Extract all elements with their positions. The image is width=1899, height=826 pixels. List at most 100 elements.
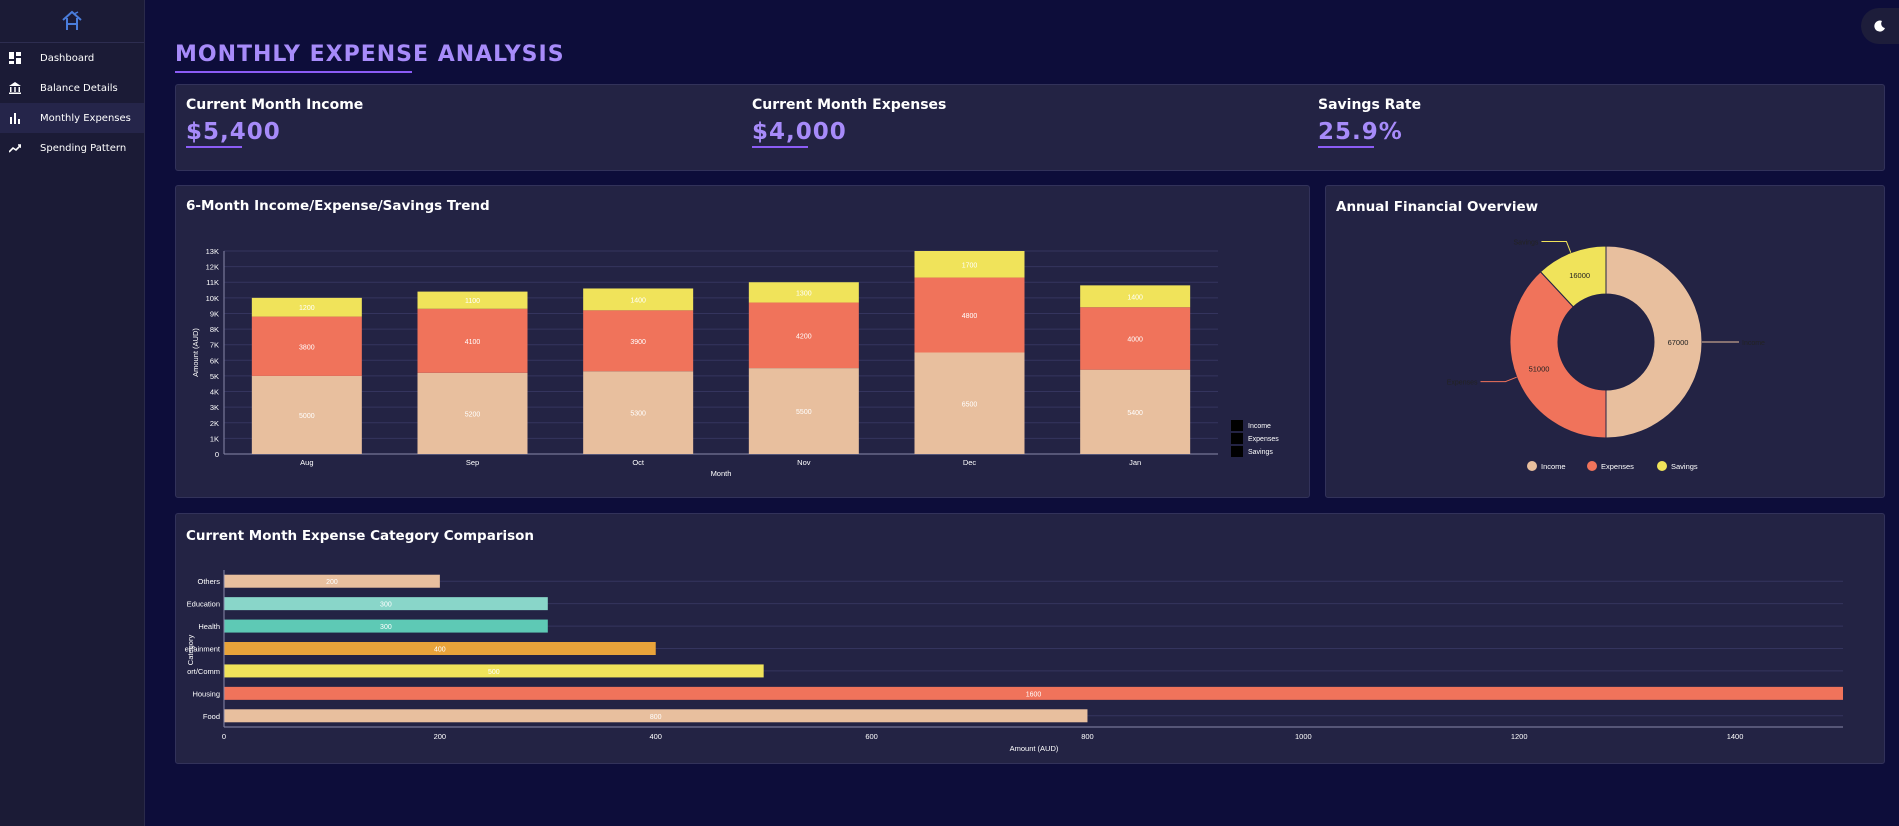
- data-label: 400: [434, 647, 446, 654]
- x-tick-label: 1200: [1511, 732, 1528, 741]
- y-tick-label: 12K: [206, 263, 219, 272]
- stat-label: Savings Rate: [1318, 97, 1422, 113]
- slice-name-label: Savings: [1514, 240, 1539, 247]
- data-label: 1100: [465, 298, 480, 305]
- x-tick-label: Sep: [466, 458, 479, 467]
- stat-underline: [1318, 146, 1374, 148]
- stat-value: 25.9%: [1318, 119, 1403, 145]
- y-tick-label: 7K: [210, 341, 219, 350]
- data-label: 1400: [1127, 294, 1143, 301]
- data-label: 6500: [962, 401, 978, 408]
- y-tick-label: 11K: [206, 278, 219, 287]
- sidebar-item-dashboard[interactable]: Dashboard: [0, 43, 144, 73]
- data-label: 500: [488, 669, 500, 676]
- x-tick-label: Aug: [300, 458, 313, 467]
- legend-label: Savings: [1248, 449, 1273, 456]
- legend-label: Expenses: [1601, 462, 1634, 471]
- data-label: 5400: [1127, 410, 1143, 417]
- x-tick-label: 600: [865, 732, 878, 741]
- stat-income: Current Month Income $5,400: [186, 97, 363, 148]
- y-tick-label: 10K: [206, 294, 219, 303]
- legend-swatch: [1231, 420, 1243, 431]
- sidebar-item-spending-pattern[interactable]: Spending Pattern: [0, 133, 144, 163]
- trend-chart: 0 1K 2K 3K 4K 5K 6K 7K 8K 9K 10K 11K 12K 13K 5000 3800 1…: [191, 247, 1279, 478]
- sidebar-item-label: Balance Details: [40, 82, 118, 94]
- title-underline: [175, 71, 412, 73]
- y-tick-label: 3K: [210, 403, 219, 412]
- y-tick-label: 6K: [210, 356, 219, 365]
- legend-marker: [1657, 461, 1667, 471]
- x-tick-label: Jan: [1129, 458, 1141, 467]
- sidebar-item-monthly-expenses[interactable]: Monthly Expenses: [0, 103, 144, 133]
- data-label: 1200: [299, 305, 315, 312]
- y-tick-label: Housing: [192, 689, 220, 698]
- data-label: 1600: [1026, 691, 1042, 698]
- stat-value: $4,000: [752, 119, 847, 145]
- leader-line: [1480, 376, 1517, 383]
- y-axis-title: Amount (AUD): [191, 328, 200, 377]
- sidebar: Dashboard Balance Details Monthly Expens…: [0, 0, 145, 826]
- data-label: 4200: [796, 333, 812, 340]
- x-tick-label: Dec: [963, 458, 977, 467]
- data-label: 4100: [465, 339, 481, 346]
- legend-marker: [1527, 461, 1537, 471]
- data-label: 300: [380, 624, 392, 631]
- sidebar-item-label: Monthly Expenses: [40, 112, 131, 124]
- y-tick-label: 1K: [210, 434, 219, 443]
- data-label: 5000: [299, 413, 315, 420]
- stat-underline: [186, 146, 242, 148]
- sidebar-item-balance-details[interactable]: Balance Details: [0, 73, 144, 103]
- x-tick-label: Oct: [632, 458, 645, 467]
- y-tick-label: 4K: [210, 388, 219, 397]
- data-label: 1300: [796, 290, 812, 297]
- y-tick-label: 8K: [210, 325, 219, 334]
- moon-icon: [1874, 20, 1885, 32]
- leader-line: [1541, 241, 1572, 253]
- stat-expenses: Current Month Expenses $4,000: [752, 97, 946, 148]
- slice-name-label: Expenses: [1447, 380, 1478, 387]
- x-tick-label: 1000: [1295, 732, 1312, 741]
- y-tick-label: Food: [203, 712, 220, 721]
- y-tick-label: ort/Comm: [187, 667, 220, 676]
- y-tick-label: Education: [187, 600, 220, 609]
- y-tick-label: 5K: [210, 372, 219, 381]
- bar-chart-icon: [8, 111, 22, 125]
- bank-icon: [8, 81, 22, 95]
- stat-label: Current Month Expenses: [752, 97, 947, 113]
- donut-slice-expenses: [1509, 271, 1607, 439]
- sidebar-item-label: Dashboard: [40, 52, 95, 64]
- data-label: 3900: [630, 339, 646, 346]
- x-tick-label: 0: [222, 732, 226, 741]
- x-tick-label: 800: [1081, 732, 1094, 741]
- category-chart-card: Current Month Expense Category Compariso…: [175, 513, 1885, 764]
- legend-swatch: [1231, 433, 1243, 444]
- y-tick-label: 0: [215, 450, 219, 459]
- stat-savings-rate: Savings Rate 25.9%: [1318, 97, 1421, 148]
- x-tick-label: 400: [649, 732, 662, 741]
- logo[interactable]: [0, 0, 144, 43]
- data-label: 1700: [962, 262, 978, 269]
- category-chart: 0 200 400 600 800 1000 1200 1400 200 Others 300 Edu…: [185, 570, 1843, 753]
- data-label: 4800: [962, 313, 978, 320]
- x-tick-label: 200: [434, 732, 447, 741]
- stat-underline: [752, 146, 808, 148]
- theme-toggle-button[interactable]: [1861, 8, 1899, 44]
- data-label: 200: [326, 579, 338, 586]
- legend-label: Income: [1541, 462, 1566, 471]
- trend-chart-card: 6-Month Income/Expense/Savings Trend 0 1K…: [175, 185, 1310, 498]
- trend-icon: [8, 141, 22, 155]
- data-label: 5500: [796, 409, 812, 416]
- legend-swatch: [1231, 446, 1243, 457]
- x-axis-title: Amount (AUD): [1010, 744, 1059, 753]
- slice-value-label: 51000: [1529, 364, 1550, 373]
- slice-value-label: 67000: [1668, 338, 1689, 347]
- legend-label: Income: [1248, 423, 1271, 430]
- data-label: 800: [650, 714, 662, 721]
- donut-chart: 67000 Income 51000 Expenses 16000 Savings Inco…: [1447, 240, 1765, 471]
- home-logo-icon: [62, 10, 82, 30]
- page-title: MONTHLY EXPENSE ANALYSIS: [175, 42, 565, 67]
- dashboard-icon: [8, 51, 22, 65]
- x-tick-label: Nov: [797, 458, 811, 467]
- legend-label: Savings: [1671, 462, 1698, 471]
- x-tick-label: 1400: [1727, 732, 1744, 741]
